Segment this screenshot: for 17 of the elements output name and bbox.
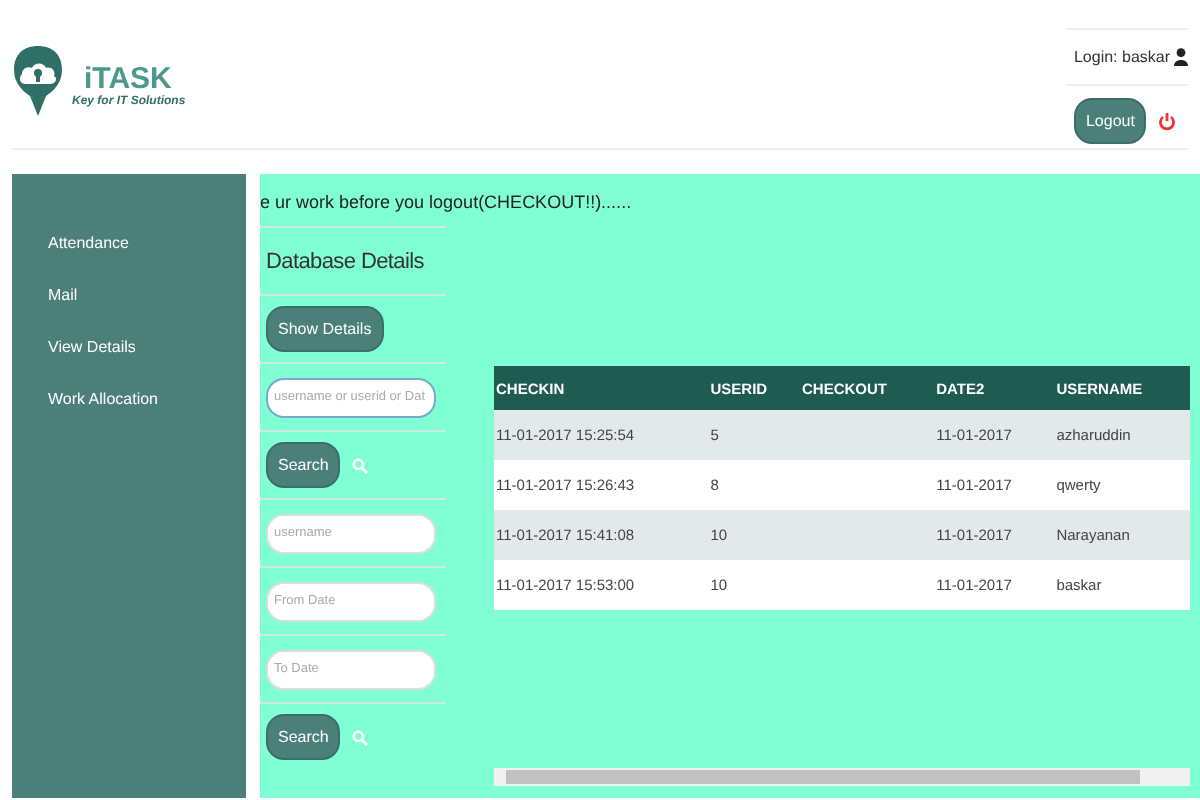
show-details-button[interactable]: Show Details [266, 306, 384, 352]
logout-button[interactable]: Logout [1073, 98, 1147, 144]
login-label: Login: baskar [1073, 48, 1170, 66]
sidebar-item[interactable]: View Details [48, 338, 246, 356]
section-title: Database Details [266, 249, 424, 273]
sidebar-item[interactable]: Mail [48, 286, 246, 304]
sidebar-item[interactable]: Work Allocation [48, 390, 246, 408]
notice-text: e ur work before you logout(CHECKOUT!!)...... [260, 190, 634, 216]
search-icon[interactable] [352, 457, 369, 473]
logo-title: iTASK [84, 61, 174, 95]
search-icon[interactable] [352, 729, 369, 745]
user-icon [1174, 48, 1188, 66]
search-button[interactable]: Search [266, 442, 341, 488]
search-button[interactable]: Search [266, 714, 341, 760]
horizontal-scrollbar[interactable] [494, 768, 1190, 786]
power-icon[interactable] [1158, 111, 1177, 131]
sidebar-item[interactable]: Attendance [48, 234, 246, 252]
